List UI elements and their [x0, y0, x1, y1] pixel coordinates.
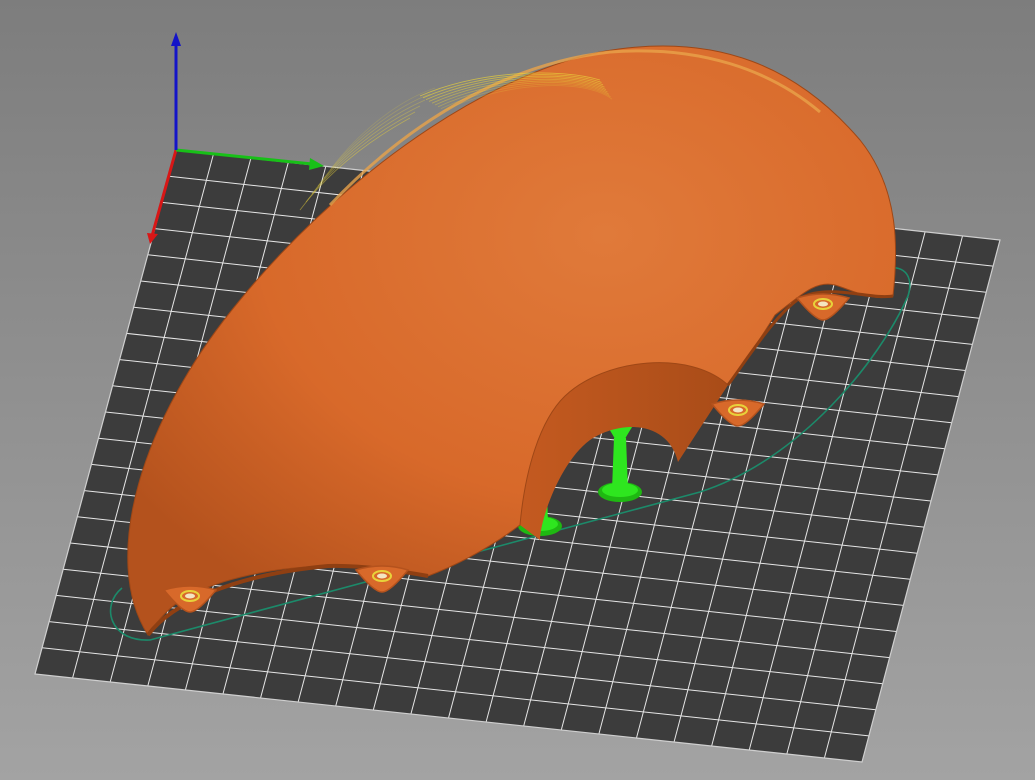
scene-canvas[interactable]	[0, 0, 1035, 780]
gcode-preview-viewport[interactable]	[0, 0, 1035, 780]
